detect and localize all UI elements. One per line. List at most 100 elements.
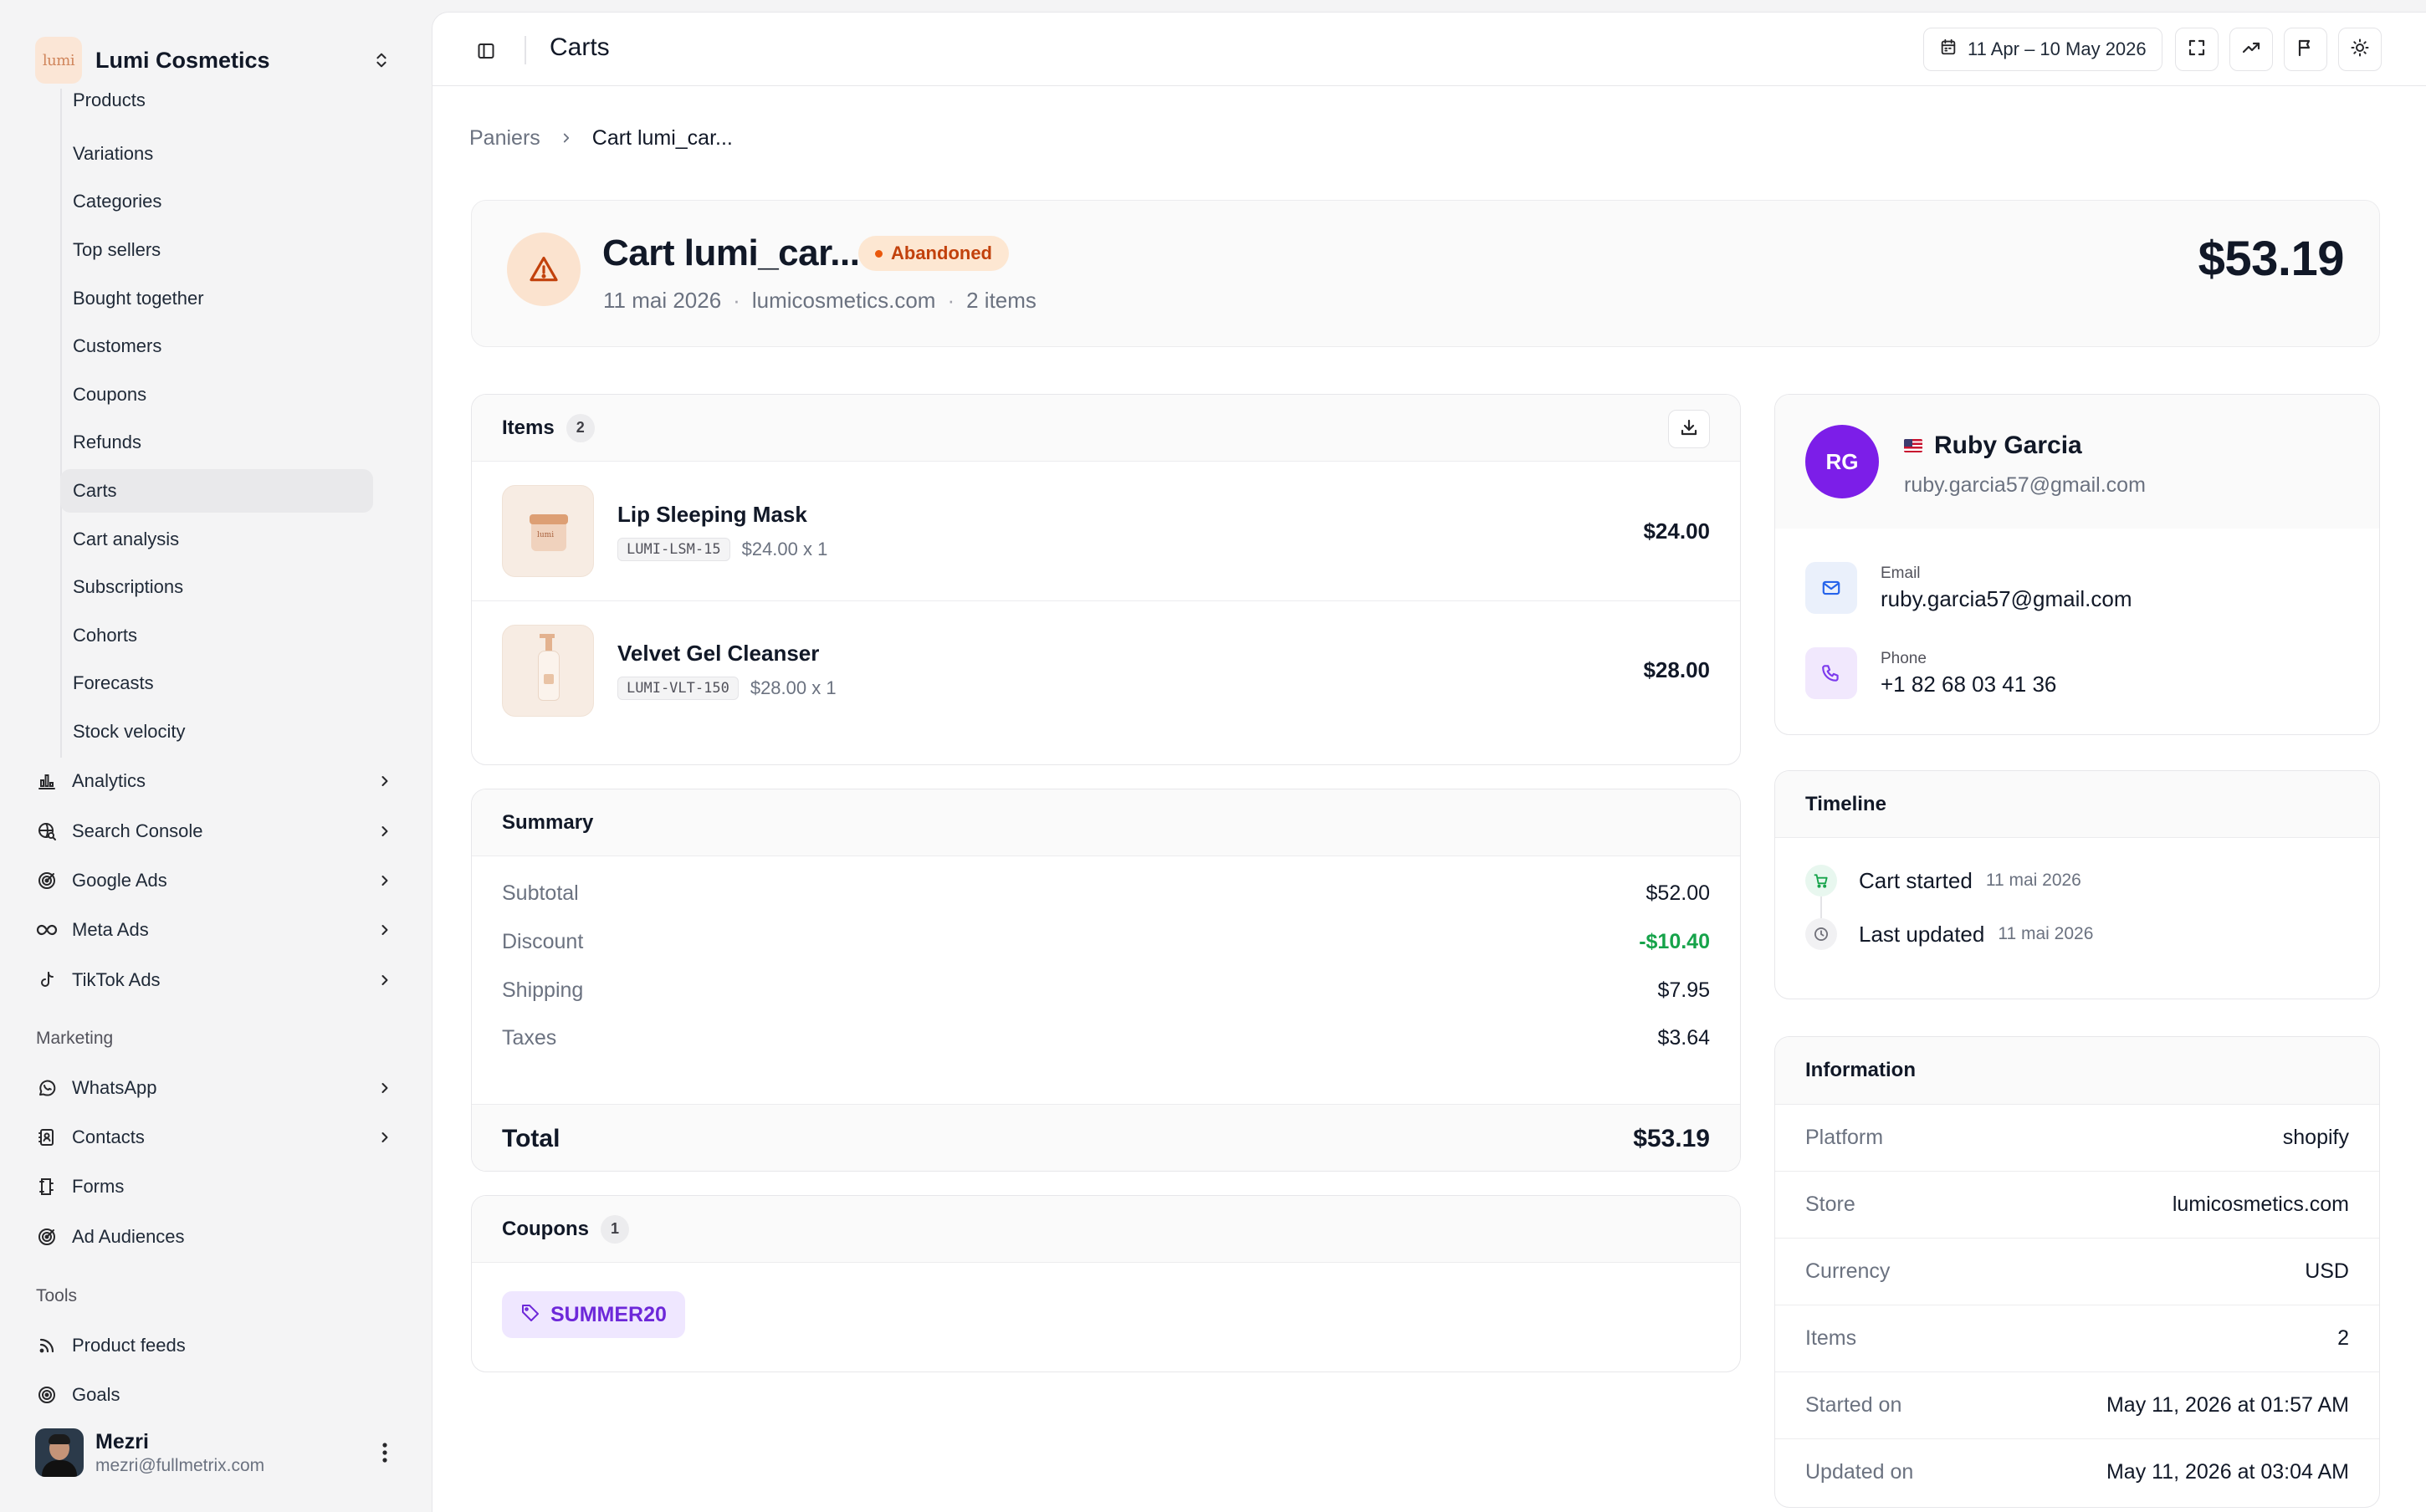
sidebar-item-coupons[interactable]: Coupons — [60, 373, 373, 416]
target-icon — [35, 869, 59, 892]
sidebar-item-variations[interactable]: Variations — [60, 132, 373, 176]
sidebar-item-google-ads[interactable]: Google Ads — [35, 859, 400, 902]
summary-card-header: Summary — [472, 789, 1740, 856]
sidebar-item-label: Forms — [72, 1176, 125, 1197]
more-vertical-icon[interactable] — [370, 1442, 400, 1463]
sidebar-item-categories[interactable]: Categories — [60, 180, 373, 223]
product-thumbnail-bottle — [502, 624, 594, 717]
timeline-event-label: Cart started — [1859, 867, 1973, 893]
customer-name[interactable]: Ruby Garcia — [1934, 432, 2082, 460]
app-root: lumi Lumi Cosmetics Products Variations … — [0, 0, 2426, 1512]
separator-dot: · — [947, 288, 955, 313]
contact-phone-label: Phone — [1881, 649, 1927, 667]
sidebar-item-label: WhatsApp — [72, 1077, 157, 1098]
sidebar-item-top-sellers[interactable]: Top sellers — [60, 228, 373, 272]
sidebar-item-product-feeds[interactable]: Product feeds — [35, 1324, 400, 1367]
store-switcher[interactable]: lumi Lumi Cosmetics — [35, 37, 397, 84]
summary-row-taxes: Taxes $3.64 — [502, 1026, 1710, 1050]
summary-card-title: Summary — [502, 810, 594, 834]
sidebar-item-carts[interactable]: Carts — [60, 469, 373, 513]
sidebar-item-contacts[interactable]: Contacts — [35, 1116, 400, 1159]
brand-logo: lumi — [35, 37, 82, 84]
chevron-right-icon — [370, 766, 400, 796]
item-info: Velvet Gel Cleanser LUMI-VLT-150 $28.00 … — [617, 641, 1740, 700]
cart-meta: 11 mai 2026 · lumicosmetics.com · 2 item… — [603, 288, 1036, 314]
sidebar-toggle-icon[interactable] — [469, 34, 503, 68]
coupon-chip[interactable]: SUMMER20 — [502, 1291, 685, 1338]
expand-icon — [2187, 38, 2207, 62]
contacts-book-icon — [35, 1126, 59, 1149]
fullscreen-button[interactable] — [2175, 28, 2219, 71]
download-button[interactable] — [1668, 410, 1710, 448]
list-item[interactable]: Velvet Gel Cleanser LUMI-VLT-150 $28.00 … — [472, 600, 1740, 739]
sidebar-item-forms[interactable]: Forms — [35, 1165, 400, 1208]
sidebar-item-tiktok-ads[interactable]: TikTok Ads — [35, 958, 400, 1002]
list-item[interactable]: lumi Lip Sleeping Mask LUMI-LSM-15 $24.0… — [472, 462, 1740, 600]
user-email: mezri@fullmetrix.com — [95, 1455, 265, 1475]
sidebar-item-analytics[interactable]: Analytics — [35, 759, 400, 803]
user-avatar — [35, 1428, 84, 1477]
sidebar-item-customers[interactable]: Customers — [60, 324, 373, 368]
contact-email-value[interactable]: ruby.garcia57@gmail.com — [1881, 586, 2132, 612]
contact-email-label: Email — [1881, 564, 1921, 582]
product-thumbnail-jar: lumi — [502, 485, 594, 577]
breadcrumb: Paniers Cart lumi_car... — [469, 123, 733, 153]
info-label: Items — [1805, 1326, 1857, 1350]
sidebar-item-search-console[interactable]: Search Console — [35, 810, 400, 853]
items-card: Items 2 lumi Lip Sleeping Mask LUMI-LSM-… — [471, 394, 1741, 765]
sidebar-item-forecasts[interactable]: Forecasts — [60, 662, 373, 705]
info-row-items: Items 2 — [1775, 1305, 2379, 1372]
info-label: Started on — [1805, 1393, 1902, 1417]
status-label: Abandoned — [891, 243, 992, 263]
goal-icon — [35, 1383, 59, 1403]
contact-phone-row: Phone +1 82 68 03 41 36 — [1805, 647, 2056, 699]
coupons-count-badge: 1 — [600, 1214, 629, 1244]
summary-value: $52.00 — [1645, 881, 1710, 905]
sidebar-item-label: Analytics — [72, 770, 146, 791]
sidebar-item-products[interactable]: Products — [60, 89, 373, 122]
sidebar-item-refunds[interactable]: Refunds — [60, 421, 373, 464]
info-row-platform: Platform shopify — [1775, 1104, 2379, 1171]
chevrons-up-down-icon[interactable] — [366, 45, 397, 75]
contact-phone-value[interactable]: +1 82 68 03 41 36 — [1881, 672, 2056, 697]
sidebar-item-cohorts[interactable]: Cohorts — [60, 614, 373, 657]
summary-label: Discount — [502, 930, 584, 953]
sidebar-item-ad-audiences[interactable]: Ad Audiences — [35, 1215, 400, 1259]
whatsapp-icon — [35, 1076, 59, 1100]
information-card-header: Information — [1775, 1037, 2379, 1104]
sidebar-item-goals[interactable]: Goals — [35, 1373, 400, 1403]
customer-card: RG Ruby Garcia ruby.garcia57@gmail.com E… — [1774, 394, 2380, 735]
topbar-divider — [525, 36, 526, 64]
sidebar-item-whatsapp[interactable]: WhatsApp — [35, 1066, 400, 1110]
info-label: Currency — [1805, 1259, 1891, 1283]
sidebar-item-bought-together[interactable]: Bought together — [60, 277, 373, 320]
date-range-button[interactable]: 11 Apr – 10 May 2026 — [1923, 28, 2162, 71]
sidebar-nav[interactable]: Products Variations Categories Top selle… — [0, 89, 432, 1403]
summary-label: Subtotal — [502, 881, 579, 905]
info-value: May 11, 2026 at 03:04 AM — [2106, 1460, 2349, 1484]
user-menu[interactable]: Mezri mezri@fullmetrix.com — [35, 1427, 400, 1479]
main-panel: Carts 11 Apr – 10 May 2026 Paniers Cart … — [432, 12, 2426, 1512]
breadcrumb-link-paniers[interactable]: Paniers — [469, 126, 540, 151]
flag-button[interactable] — [2284, 28, 2327, 71]
sidebar-item-subscriptions[interactable]: Subscriptions — [60, 565, 373, 609]
items-count-badge: 2 — [566, 413, 595, 442]
sidebar-item-label: Search Console — [72, 820, 203, 841]
chevron-right-icon — [370, 816, 400, 846]
trends-button[interactable] — [2229, 28, 2273, 71]
items-card-title: Items — [502, 416, 555, 439]
globe-search-icon — [35, 820, 59, 843]
user-name: Mezri — [95, 1429, 149, 1453]
infinity-icon — [35, 918, 59, 942]
sidebar-item-cart-analysis[interactable]: Cart analysis — [60, 518, 373, 561]
tag-icon — [520, 1302, 540, 1328]
breadcrumb-current: Cart lumi_car... — [591, 125, 733, 150]
summary-value: $7.95 — [1657, 978, 1710, 1002]
sidebar-item-stock-velocity[interactable]: Stock velocity — [60, 710, 373, 753]
theme-toggle-button[interactable] — [2338, 28, 2382, 71]
clock-icon — [1805, 918, 1837, 950]
info-value: lumicosmetics.com — [2172, 1193, 2349, 1216]
sidebar-item-meta-ads[interactable]: Meta Ads — [35, 908, 400, 952]
rss-icon — [35, 1334, 59, 1357]
cart-store: lumicosmetics.com — [751, 288, 936, 313]
